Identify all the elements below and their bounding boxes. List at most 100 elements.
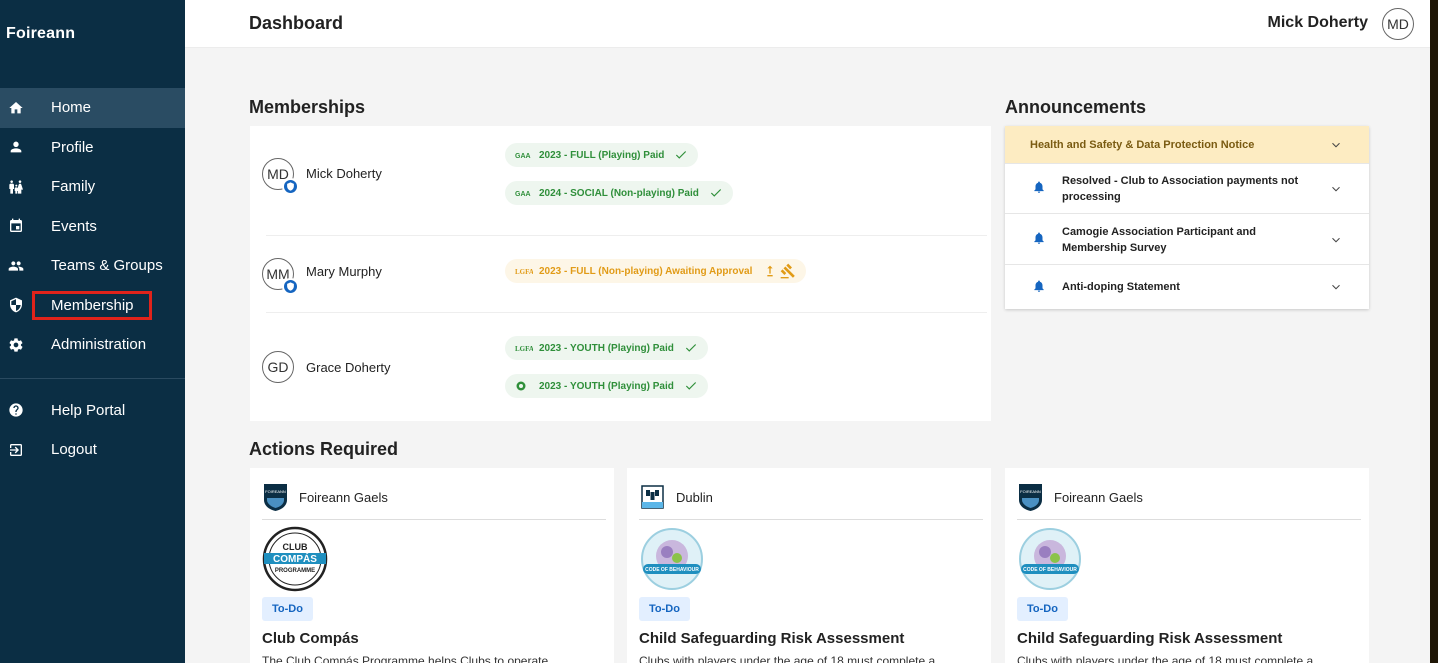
chip-text: 2023 - YOUTH (Playing) Paid <box>539 342 674 354</box>
announcements-card: Health and Safety & Data Protection Noti… <box>1005 126 1369 309</box>
status-badge: To-Do <box>639 597 690 621</box>
brand-logo-text[interactable]: Foireann <box>6 25 75 43</box>
person-icon <box>7 138 25 156</box>
action-card-org: Dublin <box>639 482 713 512</box>
membership-chip[interactable]: GAA 2024 - SOCIAL (Non-playing) Paid <box>505 181 733 205</box>
svg-text:CODE OF BEHAVIOUR: CODE OF BEHAVIOUR <box>645 567 699 573</box>
sidebar-item-home[interactable]: Home <box>0 88 185 128</box>
group-icon <box>7 257 25 275</box>
sidebar-item-logout[interactable]: Logout <box>0 430 185 470</box>
svg-text:FOIREANN: FOIREANN <box>265 489 286 494</box>
action-card[interactable]: FOIREANN Foireann Gaels CLUB COMPÁS PROG… <box>250 468 614 663</box>
chip-text: 2024 - SOCIAL (Non-playing) Paid <box>539 187 699 199</box>
chip-text: 2023 - FULL (Non-playing) Awaiting Appro… <box>539 265 753 277</box>
svg-text:CODE OF BEHAVIOUR: CODE OF BEHAVIOUR <box>1023 567 1077 573</box>
member-name: Mary Murphy <box>306 264 382 279</box>
check-icon <box>674 148 688 162</box>
action-card[interactable]: Dublin CODE OF BEHAVIOUR To-Do Child Saf… <box>627 468 991 663</box>
lgfa-logo-icon: LGFA <box>515 266 533 276</box>
action-description: Clubs with players under the age of 18 m… <box>1017 654 1314 663</box>
sidebar-divider <box>0 377 185 379</box>
actions-heading: Actions Required <box>249 439 399 459</box>
page-title: Dashboard <box>249 13 344 33</box>
action-card-org: FOIREANN Foireann Gaels <box>1017 482 1143 512</box>
check-icon <box>709 186 723 200</box>
member-initials: GD <box>267 359 289 375</box>
chevron-down-icon[interactable] <box>1329 233 1343 247</box>
upgrade-arrow-icon <box>767 265 774 277</box>
sidebar-nav: Home Profile Family Events Teams & Group… <box>0 88 185 470</box>
gaa-logo-icon: GAA <box>515 150 533 160</box>
member-name: Mick Doherty <box>306 166 382 181</box>
member-avatar: GD <box>262 351 294 383</box>
announcement-item[interactable]: Anti-doping Statement <box>1005 265 1369 309</box>
membership-chip[interactable]: LGFA 2023 - YOUTH (Playing) Paid <box>505 336 708 360</box>
memberships-card: MD Mick Doherty GAA 2023 - FULL (Playing… <box>250 126 991 421</box>
gear-icon <box>7 336 25 354</box>
chevron-down-icon[interactable] <box>1329 138 1343 152</box>
member-row: GD Grace Doherty LGFA 2023 - YOUTH (Play… <box>262 313 987 421</box>
gaa-logo-icon: GAA <box>515 188 533 198</box>
top-header: Dashboard Mick Doherty MD <box>185 0 1430 48</box>
sidebar-item-label: Membership <box>32 290 152 320</box>
svg-text:GAA: GAA <box>515 153 531 160</box>
club-compas-logo-icon: CLUB COMPÁS PROGRAMME <box>262 526 328 592</box>
svg-text:FOIREANN: FOIREANN <box>1020 489 1041 494</box>
membership-chip[interactable]: GAA 2023 - FULL (Playing) Paid <box>505 143 699 167</box>
sidebar-item-events[interactable]: Events <box>0 207 185 247</box>
action-title: Child Safeguarding Risk Assessment <box>1017 630 1283 647</box>
announcement-item[interactable]: Health and Safety & Data Protection Noti… <box>1005 126 1369 164</box>
action-description: The Club Compás Programme helps Clubs to… <box>262 654 549 663</box>
sidebar-item-help-portal[interactable]: Help Portal <box>0 391 185 431</box>
sidebar-item-administration[interactable]: Administration <box>0 325 185 365</box>
camogie-logo-icon <box>515 381 533 391</box>
status-badge: To-Do <box>1017 597 1068 621</box>
code-of-behaviour-logo-icon: CODE OF BEHAVIOUR <box>1019 528 1081 590</box>
action-title: Child Safeguarding Risk Assessment <box>639 630 905 647</box>
announcements-heading: Announcements <box>1005 97 1147 117</box>
check-icon <box>684 379 698 393</box>
chevron-down-icon[interactable] <box>1329 280 1343 294</box>
pending-icons <box>762 263 796 279</box>
member-row: MM Mary Murphy LGFA 2023 - FULL (Non-pla… <box>262 236 987 313</box>
chip-text: 2023 - FULL (Playing) Paid <box>539 149 665 161</box>
announcement-item[interactable]: Resolved - Club to Association payments … <box>1005 164 1369 214</box>
membership-chip[interactable]: 2023 - YOUTH (Playing) Paid <box>505 374 708 398</box>
action-title: Club Compás <box>262 630 359 647</box>
card-divider <box>639 519 983 520</box>
announcement-title: Resolved - Club to Association payments … <box>1062 175 1299 203</box>
svg-text:COMPÁS: COMPÁS <box>273 552 317 565</box>
sidebar-item-family[interactable]: Family <box>0 167 185 207</box>
bell-icon <box>1032 279 1046 293</box>
avatar[interactable]: MD <box>1382 8 1414 40</box>
member-name: Grace Doherty <box>306 360 391 375</box>
member-avatar: MM <box>262 258 299 295</box>
calendar-icon <box>7 217 25 235</box>
sidebar-item-teams-groups[interactable]: Teams & Groups <box>0 246 185 286</box>
user-name[interactable]: Mick Doherty <box>1268 14 1368 32</box>
lgfa-logo-icon: LGFA <box>515 343 533 353</box>
check-icon <box>684 341 698 355</box>
sidebar-item-label: Administration <box>51 336 147 354</box>
dublin-crest-icon <box>641 485 664 509</box>
code-of-behaviour-logo-icon: CODE OF BEHAVIOUR <box>641 528 703 590</box>
sidebar-item-profile[interactable]: Profile <box>0 128 185 168</box>
action-card[interactable]: FOIREANN Foireann Gaels CODE OF BEHAVIOU… <box>1005 468 1369 663</box>
sidebar-item-label: Profile <box>51 138 94 156</box>
sidebar-item-membership[interactable]: Membership <box>0 286 185 326</box>
home-icon <box>7 99 25 117</box>
announcement-item[interactable]: Camogie Association Participant and Memb… <box>1005 214 1369 265</box>
foireann-crest-icon: FOIREANN <box>264 484 287 511</box>
membership-chip[interactable]: LGFA 2023 - FULL (Non-playing) Awaiting … <box>505 259 807 283</box>
family-icon <box>7 178 25 196</box>
foireann-crest-icon: FOIREANN <box>1019 484 1042 511</box>
sidebar-item-label: Events <box>51 217 97 235</box>
gavel-icon <box>781 263 796 279</box>
action-description: Clubs with players under the age of 18 m… <box>639 654 936 663</box>
member-avatar: MD <box>262 158 299 195</box>
announcement-title: Health and Safety & Data Protection Noti… <box>1030 139 1255 151</box>
chip-text: 2023 - YOUTH (Playing) Paid <box>539 380 674 392</box>
svg-text:CLUB: CLUB <box>283 542 308 552</box>
chevron-down-icon[interactable] <box>1329 182 1343 196</box>
help-icon <box>7 401 25 419</box>
